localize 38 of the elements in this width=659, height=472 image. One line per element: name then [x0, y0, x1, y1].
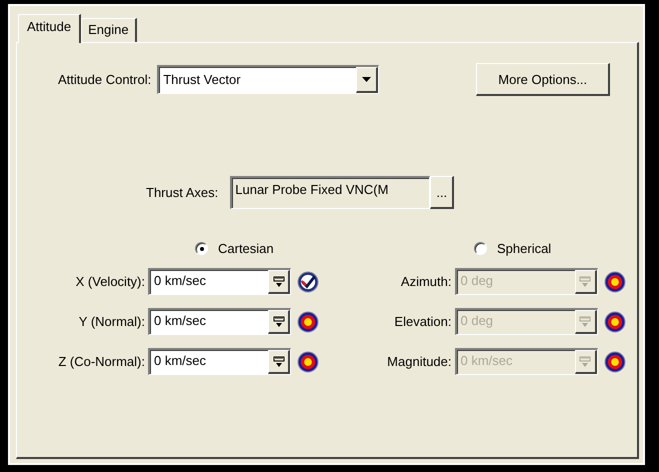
units-button[interactable]: [268, 350, 290, 374]
attitude-control-dropdown[interactable]: Thrust Vector: [157, 65, 380, 94]
target-icon[interactable]: [604, 270, 626, 292]
target-icon[interactable]: [297, 350, 319, 372]
thrust-axes-field[interactable]: Lunar Probe Fixed VNC(M: [230, 176, 430, 209]
units-icon: [579, 276, 591, 288]
field-label: Z (Co-Normal):: [57, 354, 145, 369]
caret-icon: [362, 77, 372, 82]
target-icon[interactable]: [604, 350, 626, 372]
units-button[interactable]: [268, 310, 290, 334]
radio-label[interactable]: Cartesian: [218, 241, 274, 256]
units-button[interactable]: [268, 270, 290, 294]
field-label: Elevation:: [393, 314, 452, 329]
field-label: X (Velocity):: [74, 274, 145, 289]
attitude-control-label: Attitude Control:: [58, 72, 152, 87]
value-field[interactable]: 0 km/sec: [148, 268, 291, 295]
radio-button[interactable]: [474, 242, 487, 255]
target-icon[interactable]: [297, 310, 319, 332]
units-icon: [272, 356, 284, 368]
thrust-axes-label: Thrust Axes:: [146, 185, 218, 200]
radio-button[interactable]: [195, 242, 208, 255]
check-status-icon[interactable]: [297, 270, 319, 292]
more-options-button[interactable]: More Options...: [476, 63, 610, 96]
dropdown-button[interactable]: [356, 67, 378, 93]
target-icon[interactable]: [604, 310, 626, 332]
units-icon: [579, 356, 591, 368]
field-label: Y (Normal):: [78, 314, 145, 329]
tab[interactable]: Engine: [81, 18, 137, 42]
units-icon: [272, 316, 284, 328]
units-icon: [272, 276, 284, 288]
value-field[interactable]: 0 km/sec: [148, 348, 291, 375]
field-label: Azimuth:: [400, 274, 452, 289]
radio-label[interactable]: Spherical: [497, 241, 552, 256]
value-field[interactable]: 0 km/sec: [148, 308, 291, 335]
units-icon: [579, 316, 591, 328]
field-label: Magnitude:: [386, 354, 452, 369]
tab[interactable]: Attitude: [18, 14, 82, 43]
browse-button[interactable]: ...: [430, 176, 454, 209]
